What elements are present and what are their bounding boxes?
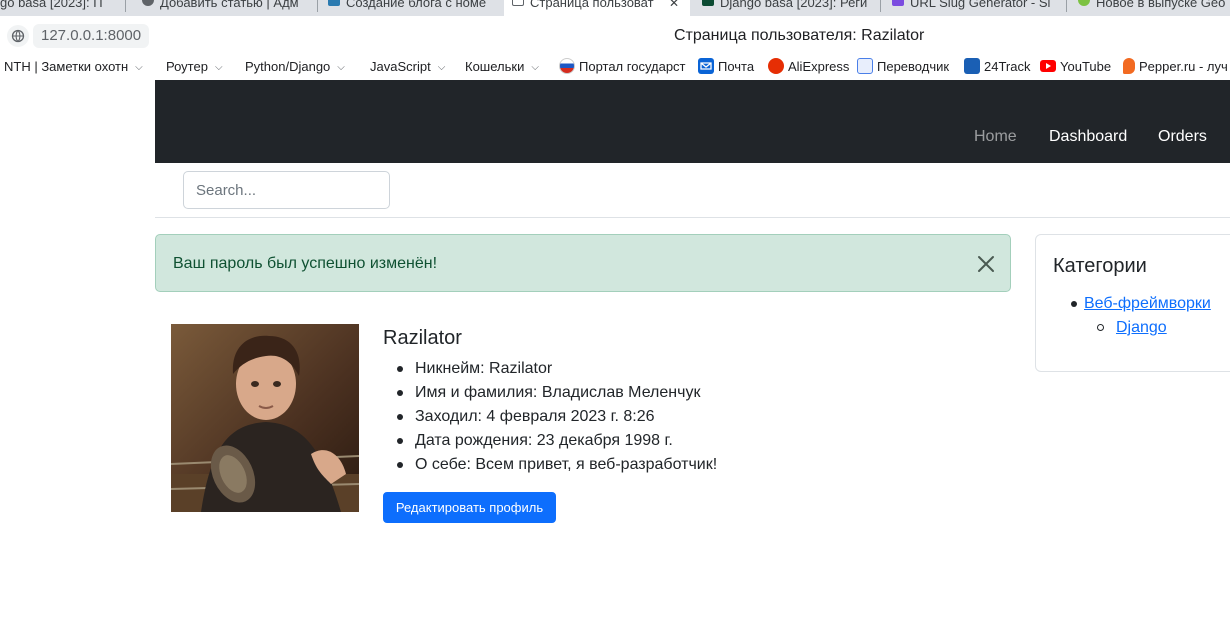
alert-close-button[interactable]: [976, 254, 996, 274]
bookmark-label: Python/Django: [245, 59, 331, 74]
bookmark-label: JavaScript: [370, 59, 431, 74]
tab-label: Новое в выпуске Geo: [1096, 0, 1226, 10]
bookmark-label: Pepper.ru - луч: [1139, 59, 1228, 74]
url-field[interactable]: 127.0.0.1:8000: [33, 24, 150, 48]
success-alert: Ваш пароль был успешно изменён!: [155, 234, 1011, 292]
browser-tab-active[interactable]: Страница пользоват ✕: [504, 0, 690, 16]
chevron-down-icon: ⌵: [135, 62, 143, 73]
browser-tab-strip: go basa [2023]: Про Добавить статью | Ад…: [0, 0, 1230, 16]
translate-icon: [857, 58, 873, 74]
bookmark-label: YouTube: [1060, 59, 1112, 74]
mail-icon: [698, 58, 714, 74]
nav-link-orders[interactable]: Orders: [1158, 127, 1207, 147]
tab-label: Django basa [2023]: Реги: [720, 0, 868, 10]
bookmark-link[interactable]: Портал государст: [559, 58, 686, 76]
tab-label: go basa [2023]: Про: [0, 0, 102, 10]
profile-detail-bio: О себе: Всем привет, я веб-разработчик!: [383, 453, 717, 477]
page-icon: [512, 0, 524, 6]
bookmark-label: 24Track: [984, 59, 1031, 74]
profile-detail-birthday: Дата рождения: 23 декабря 1998 г.: [383, 429, 717, 453]
pepper-flame-icon: [1123, 58, 1135, 74]
close-icon[interactable]: ✕: [669, 0, 679, 9]
bookmark-label: NTH | Заметки охотн: [4, 59, 129, 74]
browser-tab[interactable]: go basa [2023]: Про: [0, 0, 102, 16]
tab-label: Создание блога с номе: [346, 0, 487, 10]
bookmark-label: Почта: [718, 59, 755, 74]
bookmark-label: Переводчик: [877, 59, 950, 74]
bookmark-folder[interactable]: Кошельки ⌵: [465, 58, 539, 76]
tab-label: URL Slug Generator - Sl: [910, 0, 1051, 10]
alert-message: Ваш пароль был успешно изменён!: [173, 255, 438, 272]
bookmark-link[interactable]: YouTube: [1040, 58, 1111, 76]
site-favicon-icon: [1078, 0, 1090, 6]
profile-details-list: Никнейм: Razilator Имя и фамилия: Владис…: [383, 357, 717, 477]
bookmark-link[interactable]: AliExpress: [768, 58, 849, 76]
site-navbar: Home Dashboard Orders: [155, 80, 1230, 163]
edit-profile-button[interactable]: Редактировать профиль: [383, 492, 556, 523]
user-photo: [171, 324, 359, 512]
browser-tab[interactable]: URL Slug Generator - Sl: [884, 0, 1064, 16]
bookmark-folder[interactable]: Python/Django ⌵: [245, 58, 345, 76]
nav-link-dashboard[interactable]: Dashboard: [1049, 127, 1127, 147]
list-bullet: [1071, 301, 1077, 307]
track-icon: [964, 58, 980, 74]
bookmark-link[interactable]: Почта: [698, 58, 754, 76]
window-title: Страница пользователя: Razilator: [674, 27, 925, 44]
profile-detail-nickname: Никнейм: Razilator: [383, 357, 717, 381]
categories-card: Категории Веб-фреймворки Django: [1035, 234, 1230, 372]
bookmark-label: AliExpress: [788, 59, 850, 74]
aliexpress-icon: [768, 58, 784, 74]
close-icon: [978, 256, 994, 272]
chevron-down-icon: ⌵: [531, 62, 539, 73]
bookmark-link[interactable]: Переводчик: [857, 58, 949, 76]
russia-flag-icon: [559, 58, 575, 74]
chevron-down-icon: ⌵: [337, 62, 345, 73]
nav-link-home[interactable]: Home: [974, 127, 1017, 147]
list-bullet: [1097, 324, 1104, 331]
avatar: [171, 324, 359, 512]
bookmark-folder[interactable]: NTH | Заметки охотн ⌵: [4, 58, 143, 76]
search-input[interactable]: [183, 171, 390, 209]
youtube-icon: [1040, 60, 1056, 72]
site-favicon-icon: [892, 0, 904, 6]
bookmark-folder[interactable]: JavaScript ⌵: [370, 58, 445, 76]
chevron-down-icon: ⌵: [437, 62, 446, 73]
bookmark-link[interactable]: Pepper.ru - луч: [1123, 58, 1228, 76]
profile-detail-last-login: Заходил: 4 февраля 2023 г. 8:26: [383, 405, 717, 429]
site-favicon-icon: [328, 0, 340, 6]
bookmark-label: Кошельки: [465, 59, 525, 74]
browser-tab[interactable]: Добавить статью | Адм: [134, 0, 314, 16]
site-info-icon[interactable]: [7, 25, 29, 47]
globe-icon: [142, 0, 154, 6]
browser-tab[interactable]: Новое в выпуске Geo: [1070, 0, 1230, 16]
browser-tab[interactable]: Создание блога с номе: [320, 0, 502, 16]
tab-label: Добавить статью | Адм: [160, 0, 299, 10]
search-row: [155, 163, 1230, 218]
browser-tab[interactable]: Django basa [2023]: Реги: [694, 0, 878, 16]
profile-username: Razilator: [383, 327, 462, 349]
bookmark-label: Портал государст: [579, 59, 686, 74]
subcategory-link[interactable]: Django: [1116, 318, 1167, 338]
bookmark-label: Роутер: [166, 59, 208, 74]
categories-title: Категории: [1053, 255, 1147, 277]
globe-icon: [11, 29, 25, 43]
bookmark-folder[interactable]: Роутер ⌵: [166, 58, 223, 76]
django-icon: [702, 0, 714, 6]
bookmark-link[interactable]: 24Track: [964, 58, 1030, 76]
tab-label: Страница пользоват: [530, 0, 654, 10]
category-link[interactable]: Веб-фреймворки: [1084, 294, 1211, 314]
browser-address-bar: 127.0.0.1:8000 Страница пользователя: Ra…: [0, 16, 1230, 54]
bookmarks-bar: NTH | Заметки охотн ⌵ Роутер ⌵ Python/Djan…: [0, 54, 1230, 80]
chevron-down-icon: ⌵: [214, 62, 223, 73]
profile-detail-fullname: Имя и фамилия: Владислав Меленчук: [383, 381, 717, 405]
